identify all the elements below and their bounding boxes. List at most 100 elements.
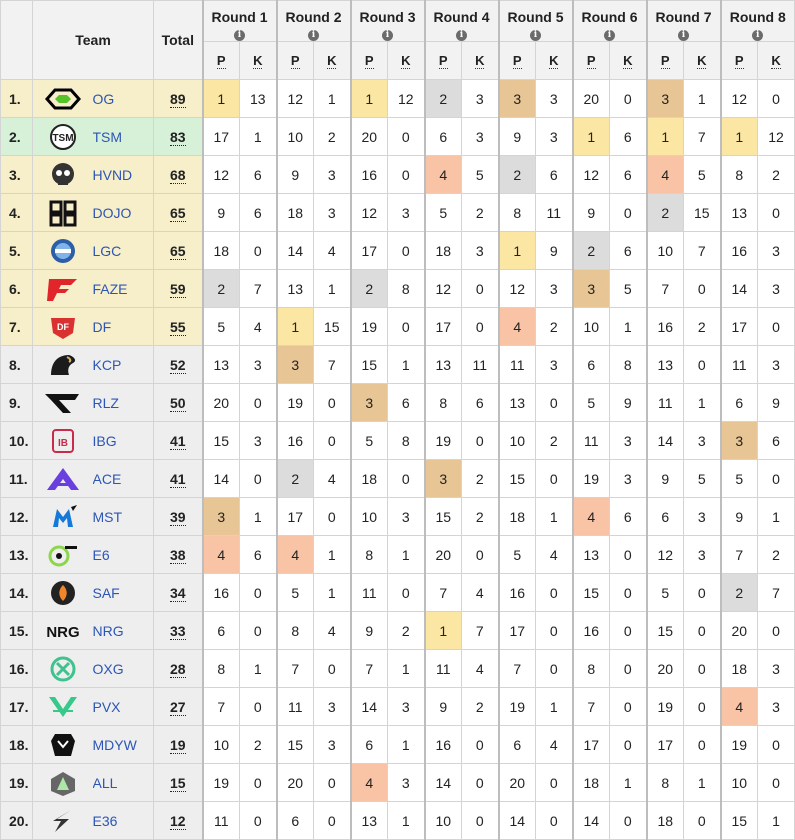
team-logo-cell[interactable]: [32, 763, 93, 802]
info-icon[interactable]: i: [678, 30, 690, 41]
total-points-value[interactable]: 65: [169, 242, 186, 260]
team-logo-cell[interactable]: [32, 725, 93, 764]
round-5-kills-header[interactable]: K: [535, 41, 574, 80]
total-points-value[interactable]: 83: [169, 128, 186, 146]
total-points-value[interactable]: 33: [169, 622, 186, 640]
kcp-logo[interactable]: [41, 351, 85, 379]
total-points-value[interactable]: 28: [169, 660, 186, 678]
total-points-value[interactable]: 52: [169, 356, 186, 374]
round-6-placement-header[interactable]: P: [571, 41, 611, 80]
info-icon[interactable]: i: [752, 30, 764, 41]
total-points-value[interactable]: 41: [169, 470, 186, 488]
team-name-link[interactable]: IBG: [92, 421, 155, 460]
round-4-kills-header[interactable]: K: [461, 41, 500, 80]
info-icon[interactable]: i: [456, 30, 468, 41]
team-name-link[interactable]: KCP: [92, 345, 155, 384]
team-logo-cell[interactable]: [32, 801, 93, 840]
team-logo-cell[interactable]: [32, 459, 93, 498]
team-name-link[interactable]: ALL: [92, 763, 155, 802]
team-header[interactable]: Team: [31, 0, 155, 80]
team-name-link[interactable]: E6: [92, 535, 155, 574]
total-points-value[interactable]: 59: [169, 280, 186, 298]
tsm-logo[interactable]: TSM: [41, 123, 85, 151]
all-logo[interactable]: [41, 769, 85, 797]
rlz-logo[interactable]: [41, 389, 85, 417]
round-2-kills-header[interactable]: K: [313, 41, 352, 80]
team-name-link[interactable]: NRG: [92, 611, 155, 650]
e36-logo[interactable]: [41, 807, 85, 835]
team-logo-cell[interactable]: [32, 269, 93, 308]
round-8-placement-header[interactable]: P: [719, 41, 759, 80]
team-logo-cell[interactable]: [32, 573, 93, 612]
total-points-value[interactable]: 89: [169, 90, 186, 108]
team-name-link[interactable]: OXG: [92, 649, 155, 688]
team-logo-cell[interactable]: IB: [32, 421, 93, 460]
nrg-logo[interactable]: NRG: [41, 617, 85, 645]
dojo-logo[interactable]: [41, 199, 85, 227]
round-5-placement-header[interactable]: P: [497, 41, 537, 80]
team-logo-cell[interactable]: NRG: [32, 611, 93, 650]
team-name-link[interactable]: MDYW: [92, 725, 155, 764]
hvnd-logo[interactable]: [41, 161, 85, 189]
team-name-link[interactable]: PVX: [92, 687, 155, 726]
pvx-logo[interactable]: [41, 693, 85, 721]
info-icon[interactable]: i: [604, 30, 616, 41]
round-8-kills-header[interactable]: K: [757, 41, 795, 80]
round-6-kills-header[interactable]: K: [609, 41, 648, 80]
team-name-link[interactable]: HVND: [92, 155, 155, 194]
round-1-placement-header[interactable]: P: [201, 41, 241, 80]
round-2-placement-header[interactable]: P: [275, 41, 315, 80]
total-points-value[interactable]: 39: [169, 508, 186, 526]
e6-logo[interactable]: [41, 541, 85, 569]
team-logo-cell[interactable]: [32, 231, 93, 270]
team-logo-cell[interactable]: [32, 193, 93, 232]
total-points-value[interactable]: 55: [169, 318, 186, 336]
team-name-link[interactable]: DOJO: [92, 193, 155, 232]
total-points-value[interactable]: 38: [169, 546, 186, 564]
total-points-value[interactable]: 27: [169, 698, 186, 716]
team-name-link[interactable]: SAF: [92, 573, 155, 612]
round-4-placement-header[interactable]: P: [423, 41, 463, 80]
team-name-link[interactable]: RLZ: [92, 383, 155, 422]
team-name-link[interactable]: DF: [92, 307, 155, 346]
round-1-kills-header[interactable]: K: [239, 41, 278, 80]
team-name-link[interactable]: OG: [92, 79, 155, 118]
total-points-value[interactable]: 12: [169, 812, 186, 830]
team-logo-cell[interactable]: [32, 535, 93, 574]
team-name-link[interactable]: LGC: [92, 231, 155, 270]
team-logo-cell[interactable]: [32, 687, 93, 726]
team-name-link[interactable]: ACE: [92, 459, 155, 498]
total-points-value[interactable]: 15: [169, 774, 186, 792]
team-logo-cell[interactable]: [32, 155, 93, 194]
team-name-link[interactable]: TSM: [92, 117, 155, 156]
faze-logo[interactable]: [41, 275, 85, 303]
oxg-logo[interactable]: [41, 655, 85, 683]
team-logo-cell[interactable]: [32, 383, 93, 422]
team-logo-cell[interactable]: [32, 497, 93, 536]
info-icon[interactable]: i: [308, 30, 320, 41]
total-points-value[interactable]: 34: [169, 584, 186, 602]
lgc-logo[interactable]: [41, 237, 85, 265]
ace-logo[interactable]: [41, 465, 85, 493]
mdyw-logo[interactable]: [41, 731, 85, 759]
total-points-value[interactable]: 68: [169, 166, 186, 184]
mst-logo[interactable]: [41, 503, 85, 531]
info-icon[interactable]: i: [234, 30, 246, 41]
round-7-placement-header[interactable]: P: [645, 41, 685, 80]
ibg-logo[interactable]: IB: [41, 427, 85, 455]
team-name-link[interactable]: E36: [92, 801, 155, 840]
round-3-placement-header[interactable]: P: [349, 41, 389, 80]
og-logo[interactable]: [41, 85, 85, 113]
team-logo-cell[interactable]: TSM: [32, 117, 93, 156]
total-points-value[interactable]: 41: [169, 432, 186, 450]
team-logo-cell[interactable]: [32, 79, 93, 118]
df-logo[interactable]: DF: [41, 313, 85, 341]
team-name-link[interactable]: FAZE: [92, 269, 155, 308]
total-points-value[interactable]: 65: [169, 204, 186, 222]
team-name-link[interactable]: MST: [92, 497, 155, 536]
round-7-kills-header[interactable]: K: [683, 41, 722, 80]
info-icon[interactable]: i: [382, 30, 394, 41]
total-points-value[interactable]: 19: [169, 736, 186, 754]
saf-logo[interactable]: [41, 579, 85, 607]
info-icon[interactable]: i: [530, 30, 542, 41]
